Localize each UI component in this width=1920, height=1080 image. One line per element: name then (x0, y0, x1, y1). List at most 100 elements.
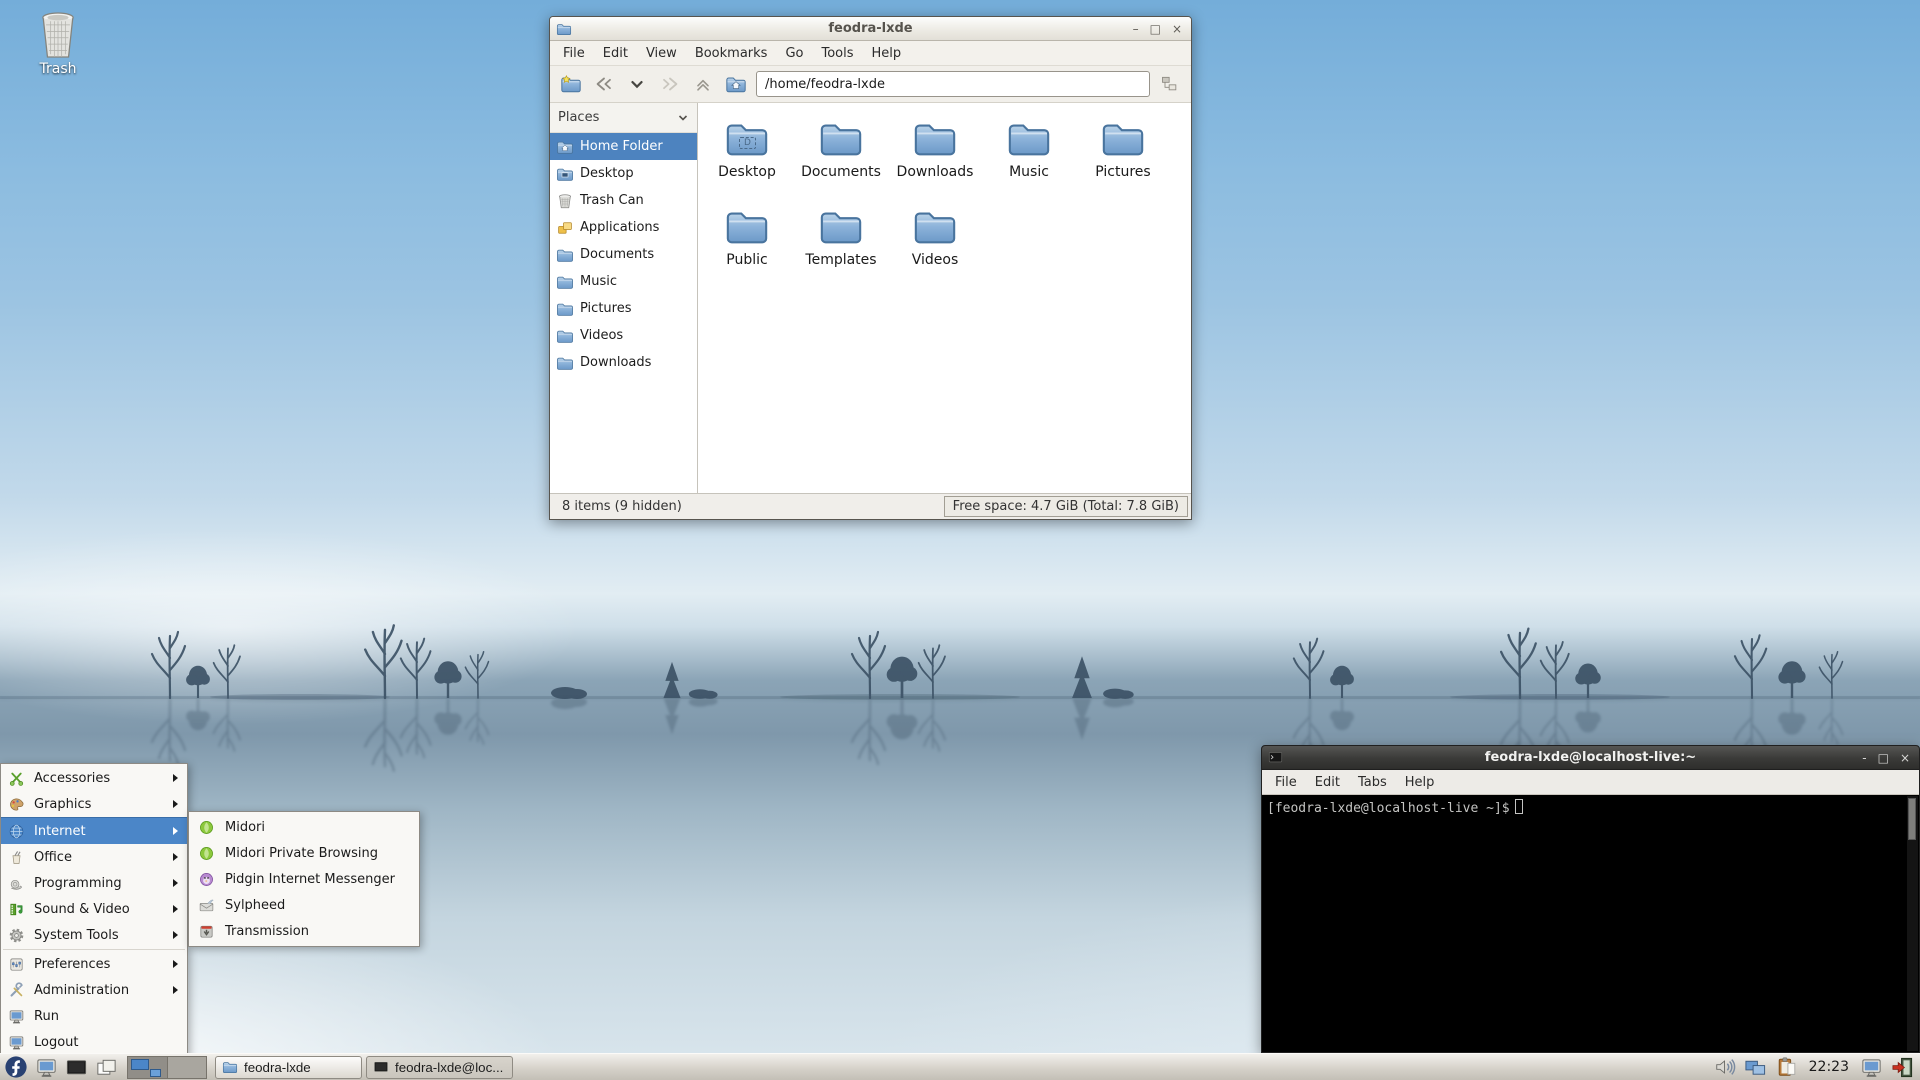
menu-edit[interactable]: Edit (1306, 771, 1349, 794)
app-menu-button[interactable] (3, 1055, 29, 1080)
new-tab-button[interactable] (558, 71, 584, 97)
clipboard-icon[interactable] (1774, 1055, 1800, 1080)
menu-edit[interactable]: Edit (594, 42, 637, 65)
sidebar-item-desktop[interactable]: Desktop (550, 160, 697, 187)
menu-file[interactable]: File (554, 42, 594, 65)
menu-tools[interactable]: Tools (812, 42, 862, 65)
task-button-label: feodra-lxde@loc... (395, 1059, 504, 1075)
back-button[interactable] (591, 71, 617, 97)
maximize-button[interactable]: □ (1150, 23, 1161, 35)
submenu-arrow-icon (173, 986, 178, 994)
window-title: feodra-lxde@localhost-live:~ (1484, 750, 1697, 765)
desktop-emblem: D (739, 137, 756, 149)
menu-item-graphics[interactable]: Graphics (1, 791, 187, 817)
network-icon[interactable] (1743, 1055, 1769, 1080)
file-manager-window: feodra-lxde – □ × File Edit View Bookmar… (549, 16, 1192, 520)
up-button[interactable] (690, 71, 716, 97)
menu-tabs[interactable]: Tabs (1349, 771, 1396, 794)
workspace-2[interactable] (167, 1056, 206, 1078)
task-button-terminal[interactable]: feodra-lxde@loc... (366, 1055, 513, 1079)
submenu-item-sylpheed[interactable]: Sylpheed (189, 892, 419, 918)
workspace-pager[interactable] (127, 1055, 207, 1079)
menu-help[interactable]: Help (1396, 771, 1444, 794)
file-item-documents[interactable]: Documents (794, 113, 888, 201)
minimize-button[interactable]: – (1133, 23, 1139, 35)
trash-label: Trash (39, 61, 77, 77)
sidebar-item-applications[interactable]: Applications (550, 214, 697, 241)
side-pane-toggle-button[interactable] (1157, 71, 1183, 97)
trash-can-icon (556, 192, 574, 210)
menu-bookmarks[interactable]: Bookmarks (686, 42, 777, 65)
submenu-item-midori-private[interactable]: Midori Private Browsing (189, 840, 419, 866)
minimize-button[interactable]: - (1862, 752, 1866, 764)
menu-item-internet[interactable]: Internet (1, 817, 187, 844)
sidebar-item-pictures[interactable]: Pictures (550, 295, 697, 322)
menu-view[interactable]: View (637, 42, 686, 65)
terminal-scrollbar[interactable] (1907, 796, 1918, 1051)
menu-item-logout[interactable]: Logout (1, 1029, 187, 1055)
volume-icon[interactable] (1712, 1055, 1738, 1080)
sidebar-item-downloads[interactable]: Downloads (550, 349, 697, 376)
programming-icon (8, 875, 25, 892)
logout-button[interactable] (1889, 1055, 1915, 1080)
task-button-label: feodra-lxde (244, 1059, 311, 1075)
launcher-terminal[interactable] (63, 1055, 89, 1080)
internet-submenu: Midori Midori Private Browsing Pidgin In… (188, 811, 420, 947)
application-menu: Accessories Graphics Internet Office Pro… (0, 763, 188, 1057)
path-input[interactable] (756, 71, 1150, 97)
folder-icon (556, 273, 574, 291)
task-button-file-manager[interactable]: feodra-lxde (215, 1055, 362, 1079)
gear-icon (8, 927, 25, 944)
sidebar-item-videos[interactable]: Videos (550, 322, 697, 349)
submenu-item-midori[interactable]: Midori (189, 814, 419, 840)
submenu-arrow-icon (173, 827, 178, 835)
file-manager-titlebar[interactable]: feodra-lxde – □ × (550, 17, 1191, 41)
file-manager-statusbar: 8 items (9 hidden) Free space: 4.7 GiB (… (550, 493, 1191, 519)
display-settings-icon[interactable] (1858, 1055, 1884, 1080)
sidebar-item-trash-can[interactable]: Trash Can (550, 187, 697, 214)
history-dropdown-button[interactable] (624, 71, 650, 97)
menu-item-programming[interactable]: Programming (1, 870, 187, 896)
menu-item-office[interactable]: Office (1, 844, 187, 870)
file-item-pictures[interactable]: Pictures (1076, 113, 1170, 201)
menu-item-administration[interactable]: Administration (1, 977, 187, 1003)
menu-item-sound-video[interactable]: Sound & Video (1, 896, 187, 922)
midori-leaf-icon (198, 845, 215, 862)
menu-item-preferences[interactable]: Preferences (1, 951, 187, 977)
close-button[interactable]: × (1172, 23, 1182, 35)
workspace-1[interactable] (128, 1056, 168, 1078)
maximize-button[interactable]: □ (1878, 752, 1889, 764)
file-manager-menubar: File Edit View Bookmarks Go Tools Help (550, 41, 1191, 66)
sidebar-item-documents[interactable]: Documents (550, 241, 697, 268)
file-item-videos[interactable]: Videos (888, 201, 982, 289)
submenu-item-transmission[interactable]: Transmission (189, 918, 419, 944)
close-button[interactable]: × (1900, 752, 1910, 764)
sidebar-item-home-folder[interactable]: Home Folder (550, 133, 697, 160)
menu-item-system-tools[interactable]: System Tools (1, 922, 187, 948)
menu-file[interactable]: File (1266, 771, 1306, 794)
launcher-file-manager[interactable] (33, 1055, 59, 1080)
forward-button[interactable] (657, 71, 683, 97)
terminal-output[interactable]: [feodra-lxde@localhost-live ~]$ (1262, 795, 1919, 1052)
file-item-desktop[interactable]: D Desktop (700, 113, 794, 201)
file-item-templates[interactable]: Templates (794, 201, 888, 289)
places-header[interactable]: Places (550, 103, 697, 133)
minimize-all-button[interactable] (93, 1055, 119, 1080)
scrollbar-thumb[interactable] (1908, 798, 1916, 840)
submenu-item-label: Sylpheed (225, 897, 286, 913)
place-label: Applications (580, 220, 660, 235)
terminal-titlebar[interactable]: feodra-lxde@localhost-live:~ - □ × (1262, 746, 1919, 770)
file-item-downloads[interactable]: Downloads (888, 113, 982, 201)
menu-item-run[interactable]: Run (1, 1003, 187, 1029)
clock[interactable]: 22:23 (1809, 1059, 1849, 1075)
sidebar-item-music[interactable]: Music (550, 268, 697, 295)
submenu-item-pidgin[interactable]: Pidgin Internet Messenger (189, 866, 419, 892)
menu-help[interactable]: Help (863, 42, 911, 65)
menu-item-accessories[interactable]: Accessories (1, 765, 187, 791)
desktop-trash-shortcut[interactable]: Trash (28, 10, 88, 77)
home-button[interactable] (723, 71, 749, 97)
file-item-public[interactable]: Public (700, 201, 794, 289)
submenu-arrow-icon (173, 774, 178, 782)
menu-go[interactable]: Go (776, 42, 812, 65)
file-item-music[interactable]: Music (982, 113, 1076, 201)
